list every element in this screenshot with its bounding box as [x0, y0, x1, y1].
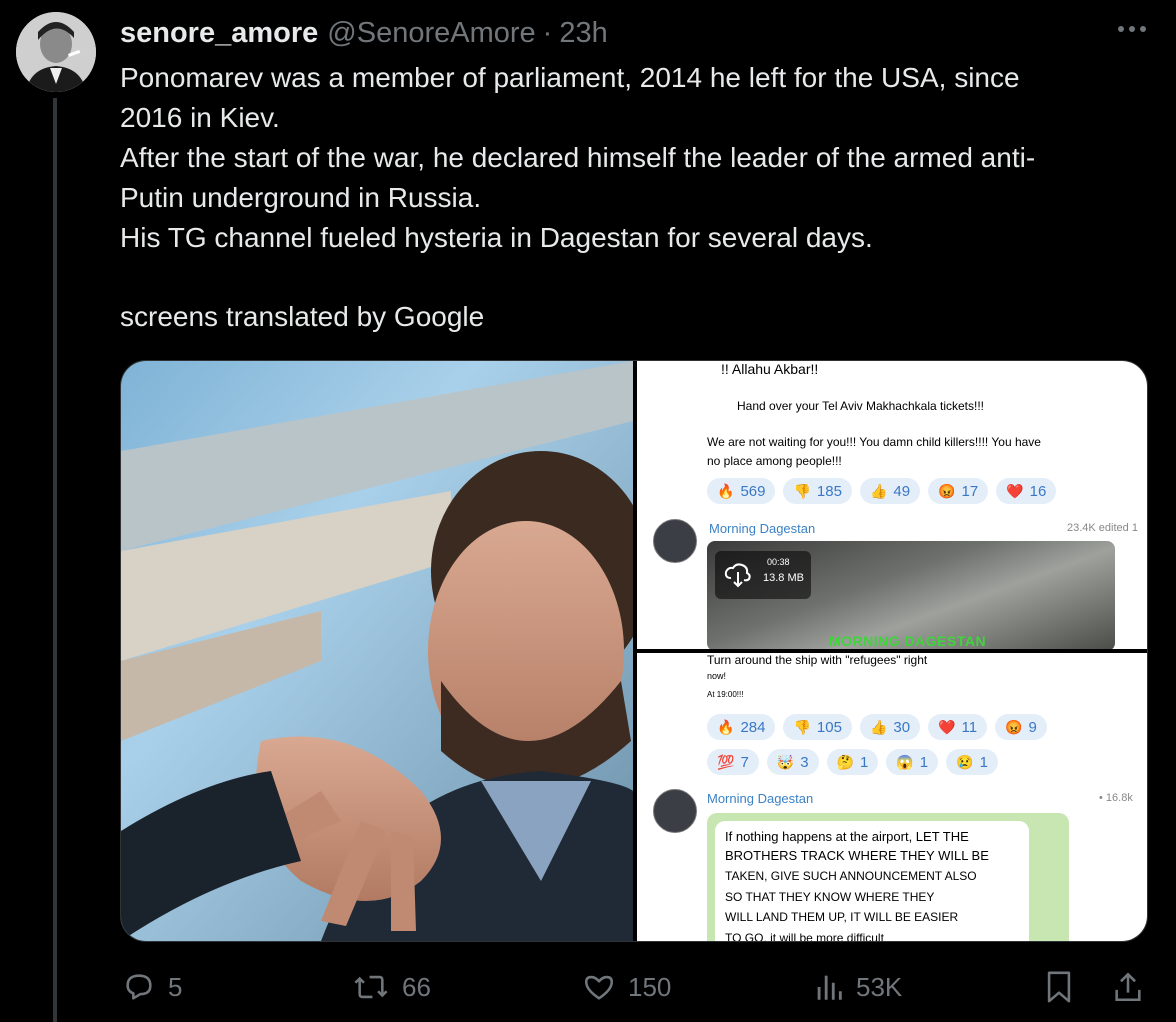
thinking-icon: 🤔	[836, 753, 854, 770]
ss2-line: Turn around the ship with "refugees" rig…	[707, 653, 928, 667]
post-line: SO THAT THEY KNOW WHERE THEY	[725, 890, 935, 904]
display-name[interactable]: senore_amore	[120, 17, 318, 50]
reaction-chip: 😢 1	[946, 749, 998, 775]
angry-face-icon: 😡	[1005, 718, 1023, 735]
channel-avatar	[653, 519, 697, 563]
heart-icon: ❤️	[1006, 482, 1024, 499]
tweet-line: After the start of the war, he declared …	[120, 142, 1036, 173]
view-count: 53K	[856, 971, 903, 1002]
ss1-line: Hand over your Tel Aviv Makhachkala tick…	[737, 399, 985, 413]
hundred-icon: 💯	[717, 753, 735, 770]
reaction-chip: 💯 7	[707, 749, 759, 775]
thumbs-up-icon: 👍	[869, 718, 888, 735]
ss1-line: no place among people!!!	[707, 454, 842, 468]
video-size: 13.8 MB	[763, 572, 804, 584]
reaction-chip: 😡 17	[928, 478, 989, 504]
views-icon	[817, 975, 842, 1000]
reaction-chip: 👎 185	[783, 478, 852, 504]
like-count: 150	[628, 971, 672, 1002]
post-line: TAKEN, GIVE SUCH ANNOUNCEMENT ALSO	[725, 869, 977, 883]
timestamp[interactable]: 23h	[559, 17, 607, 50]
thread-line	[53, 98, 57, 1022]
tweet-line: Ponomarev was a member of parliament, 20…	[120, 62, 1020, 93]
reply-icon	[126, 974, 152, 1000]
thumbs-up-icon: 👍	[869, 482, 888, 499]
telegram-screenshot-1[interactable]: !! Allahu Akbar!! Hand over your Tel Avi…	[637, 361, 1147, 649]
telegram-screenshot-2[interactable]: Turn around the ship with "refugees" rig…	[637, 653, 1147, 941]
media-grid: !! Allahu Akbar!! Hand over your Tel Avi…	[120, 360, 1148, 942]
reaction-chip: 🔥 569	[707, 478, 776, 504]
tweet-line: Putin underground in Russia.	[120, 182, 482, 213]
ss2-reactions-row1: 🔥 284 👎 105 👍 30 ❤️ 11 😡 9	[707, 714, 1047, 740]
ss1-reactions: 🔥 569 👎 185 👍 49 😡 17 ❤️ 16	[707, 478, 1057, 504]
video-thumbnail: 00:38 13.8 MB MORNING DAGESTAN	[707, 541, 1115, 649]
message-bubble: If nothing happens at the airport, LET T…	[707, 813, 1069, 941]
video-duration: 00:38	[767, 557, 790, 567]
ss1-header: !! Allahu Akbar!!	[721, 361, 819, 377]
action-bar: 5 66 150 53K	[0, 960, 1176, 1012]
reaction-chip: 👍 30	[859, 714, 921, 740]
like-button[interactable]: 150	[582, 970, 671, 1004]
post-line: If nothing happens at the airport, LET T…	[725, 829, 969, 844]
channel-avatar	[653, 789, 697, 833]
avatar[interactable]	[16, 12, 96, 92]
reaction-chip: ❤️ 16	[996, 478, 1057, 504]
channel-name: Morning Dagestan	[709, 521, 816, 536]
tweet-line: screens translated by Google	[120, 301, 485, 332]
crying-icon: 😢	[956, 753, 974, 770]
bookmark-button[interactable]	[1044, 970, 1074, 1004]
scream-icon: 😱	[896, 753, 914, 770]
mind-blown-icon: 🤯	[776, 753, 795, 770]
heart-icon: ❤️	[938, 718, 956, 735]
reaction-chip: 🔥 284	[707, 714, 776, 740]
like-icon	[584, 975, 614, 1000]
reaction-chip: ❤️ 11	[928, 714, 988, 740]
post-line: BROTHERS TRACK WHERE THEY WILL BE	[725, 848, 989, 863]
repost-icon	[354, 975, 388, 999]
reaction-chip: 😡 9	[995, 714, 1047, 740]
post-line: WILL LAND THEM UP, IT WILL BE EASIER	[725, 910, 959, 924]
views-button[interactable]: 53K	[814, 970, 902, 1004]
reply-button[interactable]: 5	[122, 970, 182, 1004]
reaction-chip: 🤔 1	[826, 749, 879, 775]
reaction-chip: 👎 105	[783, 714, 852, 740]
reaction-chip: 👍 49	[859, 478, 921, 504]
share-icon	[1115, 972, 1141, 1002]
download-icon	[724, 563, 751, 588]
ss2-reactions-row2: 💯 7 🤯 3 🤔 1 😱 1 😢 1	[707, 749, 998, 775]
tweet-text: Ponomarev was a member of parliament, 20…	[120, 58, 1160, 337]
view-count: 23.4K edited 1	[1067, 522, 1138, 534]
ss1-line: We are not waiting for you!!! You damn c…	[707, 435, 1041, 449]
repost-count: 66	[402, 971, 431, 1002]
fire-icon: 🔥	[717, 718, 735, 735]
more-icon[interactable]	[1118, 26, 1146, 32]
video-badge: 00:38 13.8 MB	[715, 551, 811, 599]
channel-name: Morning Dagestan	[707, 791, 814, 806]
angry-face-icon: 😡	[938, 482, 956, 499]
ss2-line: now!	[707, 671, 727, 681]
tweet-header: senore_amore @SenoreAmore · 23h	[120, 16, 608, 50]
handle[interactable]: @SenoreAmore	[327, 17, 535, 50]
ss2-line: At 19:00!!!	[707, 690, 744, 699]
thumbs-down-icon: 👎	[793, 718, 811, 735]
post-line: TO GO, it will be more difficult	[725, 931, 884, 941]
share-button[interactable]	[1112, 970, 1144, 1004]
thumbs-down-icon: 👎	[793, 482, 811, 499]
view-count: • 16.8k	[1099, 792, 1133, 804]
reaction-chip: 🤯 3	[766, 749, 819, 775]
message-card: If nothing happens at the airport, LET T…	[715, 821, 1029, 941]
video-caption: MORNING DAGESTAN	[829, 633, 987, 649]
fire-icon: 🔥	[717, 482, 735, 499]
separator: ·	[542, 16, 553, 49]
bookmark-icon	[1047, 971, 1071, 1003]
reaction-chip: 😱 1	[886, 749, 939, 775]
tweet-line: His TG channel fueled hysteria in Dagest…	[120, 222, 873, 253]
portrait-photo[interactable]	[121, 361, 633, 941]
reply-count: 5	[168, 971, 183, 1002]
tweet-line: 2016 in Kiev.	[120, 102, 280, 133]
repost-button[interactable]: 66	[352, 970, 431, 1004]
